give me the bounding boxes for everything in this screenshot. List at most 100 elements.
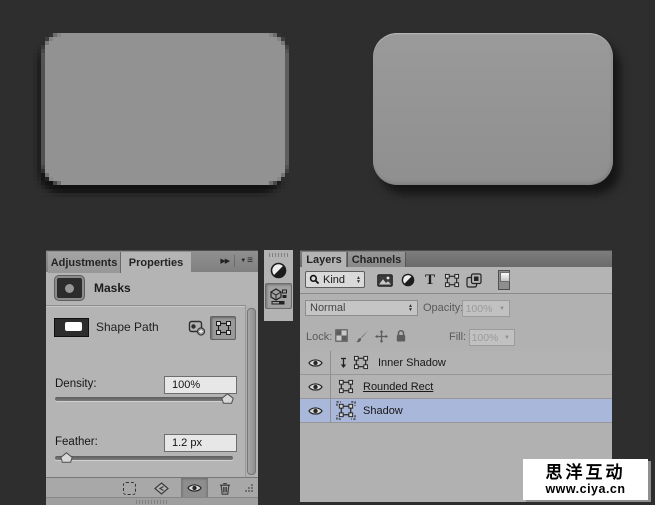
tab-channels-label: Channels (352, 254, 402, 266)
vector-mask-icon (215, 320, 232, 336)
panel-resize-handle[interactable] (46, 497, 258, 505)
dock-grip[interactable] (269, 253, 288, 257)
density-label: Density: (55, 378, 97, 390)
collapse-panel-icon[interactable]: ▶▶ (220, 257, 229, 265)
layer-name[interactable]: Shadow (363, 405, 403, 417)
layer-row-inner-shadow[interactable]: Inner Shadow (300, 351, 612, 375)
lock-row: Lock: (300, 322, 612, 352)
eye-icon (308, 358, 323, 368)
grip-dots (244, 483, 254, 493)
tab-adjustments-label: Adjustments (51, 257, 118, 269)
brush-icon (355, 329, 370, 343)
add-mask-icon (188, 320, 206, 336)
watermark-brand: 思洋互动 (546, 463, 626, 482)
density-slider-track[interactable] (55, 397, 233, 401)
properties-footer-toolbar (46, 477, 258, 498)
feather-slider-track[interactable] (55, 456, 233, 460)
apply-mask-button[interactable] (149, 478, 173, 498)
opacity-value-field[interactable]: 100% (462, 300, 496, 317)
pixelated-rounded-rect (33, 25, 289, 201)
shape-layer-icon (444, 273, 460, 288)
blend-mode-value: Normal (310, 302, 408, 314)
apply-mask-icon (154, 482, 169, 495)
filter-adjustment-layers-button[interactable] (399, 271, 417, 289)
layer-row-shadow-selected[interactable]: Shadow (300, 399, 612, 423)
tabbar-controls: ▶▶ ▼ ≡ (220, 255, 253, 267)
resize-grip-icon[interactable] (242, 478, 256, 498)
shape-path-thumbnail (54, 318, 89, 337)
delete-mask-button[interactable] (214, 478, 236, 498)
layers-tabbar: Layers Channels (300, 250, 612, 267)
padlock-icon (395, 329, 407, 343)
collapsed-panel-dock (264, 250, 293, 321)
tab-layers[interactable]: Layers (302, 252, 346, 268)
photoshop-workspace: Adjustments Properties ▶▶ ▼ ≡ Masks Shap… (0, 0, 655, 505)
layer-name[interactable]: Inner Shadow (378, 357, 446, 369)
blend-mode-dropdown[interactable]: Normal ▲▼ (305, 300, 418, 316)
menu-lines: ≡ (247, 256, 253, 266)
tab-channels[interactable]: Channels (347, 252, 406, 268)
trash-icon (219, 482, 231, 495)
3d-panel-button-pressed[interactable] (265, 283, 292, 309)
watermark: 思洋互动 www.ciya.cn (523, 459, 648, 500)
layer-thumbnail-shape[interactable] (353, 355, 369, 370)
visibility-toggle[interactable] (300, 399, 331, 422)
feather-slider-thumb[interactable] (60, 452, 73, 463)
separator (234, 255, 235, 267)
fill-label: Fill: (449, 331, 466, 343)
vector-mask-button-pressed[interactable] (210, 316, 236, 340)
scrollbar-thumb[interactable] (247, 308, 256, 475)
blend-mode-row: Normal ▲▼ Opacity: 100% ▼ (300, 294, 612, 323)
layer-thumbnail-shape[interactable] (338, 379, 354, 394)
load-selection-icon (123, 482, 136, 495)
filter-kind-dropdown[interactable]: Kind ▲▼ (305, 271, 365, 288)
lock-paint-button[interactable] (355, 329, 370, 343)
adjustments-panel-button[interactable] (270, 262, 287, 279)
tab-properties[interactable]: Properties (121, 252, 191, 273)
fill-value-field[interactable]: 100% (469, 329, 501, 346)
smooth-rounded-rect (373, 33, 613, 185)
feather-label: Feather: (55, 436, 98, 448)
layer-row-rounded-rect[interactable]: Rounded Rect (300, 375, 612, 399)
spinner-icon: ▲▼ (356, 276, 361, 284)
filter-toggle-switch[interactable] (498, 270, 510, 290)
lock-position-button[interactable] (374, 329, 389, 344)
add-pixel-mask-button[interactable] (186, 317, 208, 338)
opacity-label: Opacity: (423, 302, 463, 314)
type-layer-icon: T (425, 272, 435, 289)
filter-pixel-layers-button[interactable] (376, 271, 394, 289)
kind-label: Kind (323, 274, 353, 286)
spinner-icon: ▲▼ (408, 304, 413, 312)
mask-visibility-button-pressed[interactable] (181, 478, 208, 498)
filter-smart-objects-button[interactable] (465, 271, 483, 289)
opacity-dropdown-arrow[interactable]: ▼ (495, 300, 510, 317)
layer-name[interactable]: Rounded Rect (363, 381, 433, 393)
feather-value-field[interactable]: 1.2 px (164, 434, 237, 452)
lock-all-button[interactable] (395, 329, 407, 343)
layer-thumbnail-shape-targeted[interactable] (336, 401, 356, 420)
adjustment-layer-icon (401, 273, 415, 287)
smart-object-icon (466, 273, 482, 288)
tab-layers-label: Layers (306, 254, 341, 266)
fill-dropdown-arrow[interactable]: ▼ (500, 329, 515, 346)
tab-adjustments[interactable]: Adjustments (48, 252, 121, 273)
panel-menu-icon[interactable]: ▼ ≡ (240, 256, 253, 266)
pixel-layer-icon (377, 274, 393, 287)
properties-tabbar: Adjustments Properties ▶▶ ▼ ≡ (46, 250, 258, 272)
visibility-toggle[interactable] (300, 375, 331, 398)
density-slider-thumb[interactable] (221, 393, 234, 404)
load-selection-button[interactable] (118, 478, 140, 498)
shape-path-row: Shape Path (46, 313, 245, 343)
visibility-toggle[interactable] (300, 351, 331, 374)
layer-filter-row: Kind ▲▼ T (300, 267, 612, 294)
lock-label: Lock: (306, 331, 332, 343)
density-value-field[interactable]: 100% (164, 376, 237, 394)
shape-path-label: Shape Path (96, 320, 159, 334)
move-icon (374, 329, 389, 344)
lock-transparency-button[interactable] (335, 329, 348, 342)
properties-scrollbar[interactable] (245, 306, 256, 477)
menu-triangle: ▼ (240, 258, 246, 264)
filter-shape-layers-button[interactable] (443, 271, 461, 289)
search-icon (309, 274, 320, 285)
filter-type-layers-button[interactable]: T (421, 271, 439, 289)
